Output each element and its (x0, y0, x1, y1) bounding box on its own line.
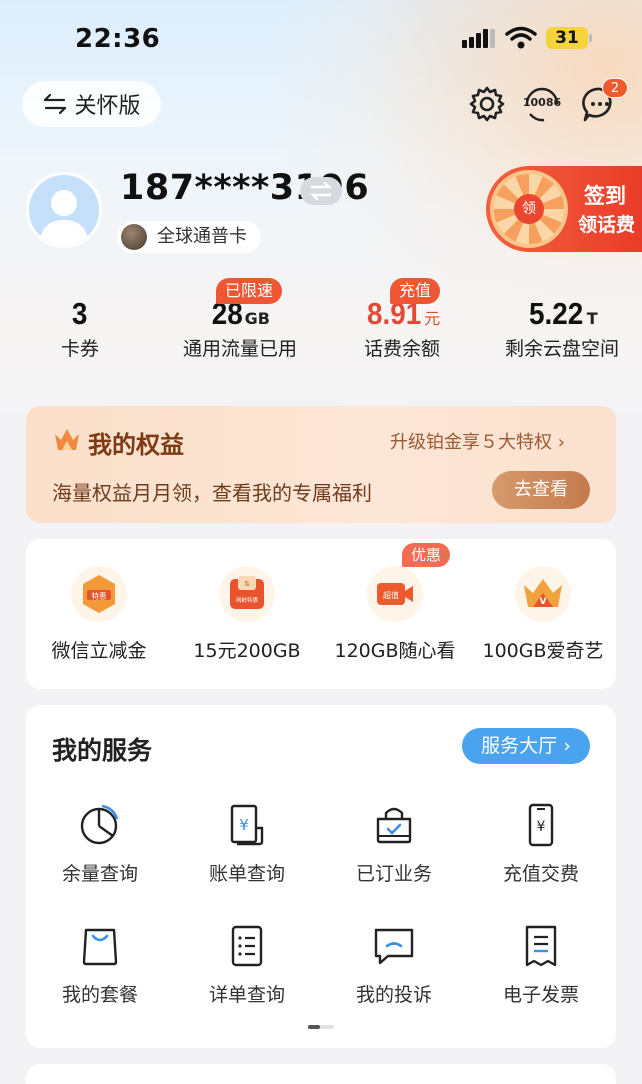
view-benefits-button[interactable]: 去查看 (492, 471, 590, 509)
vip-crown-icon: V (515, 566, 571, 622)
service-label: 我的套餐 (61, 984, 138, 1006)
speed-limited-tag: 已限速 (216, 278, 283, 304)
phone-payment-icon: ¥ (528, 803, 554, 847)
stat-label: 剩余云盘空间 (504, 338, 619, 360)
offer-item[interactable]: 超值 120GB随心看 (320, 566, 470, 663)
benefits-subtitle: 海量权益月月领，查看我的专属福利 (52, 481, 372, 505)
wheel-center-label: 领 (514, 194, 544, 224)
cellular-signal-icon (462, 28, 496, 48)
care-mode-label: 关怀版 (74, 94, 141, 119)
stat-label: 话费余额 (363, 338, 440, 360)
data-package-icon: ⇅ 网龄特惠 (219, 566, 275, 622)
package-bag-icon (82, 928, 118, 966)
service-my-package[interactable]: 我的套餐 (30, 924, 170, 1007)
signin-label: 签到 (584, 184, 626, 208)
swap-arrows-icon (310, 182, 332, 200)
service-label: 已订业务 (355, 863, 432, 885)
video-icon: 超值 (367, 566, 423, 622)
svg-text:超值: 超值 (383, 590, 399, 600)
service-bill-query[interactable]: ¥ 账单查询 (177, 803, 317, 886)
detail-list-icon (231, 925, 263, 967)
card-type-tag[interactable]: 全球通普卡 (117, 221, 261, 253)
discount-badge-icon: 特惠 (71, 566, 127, 622)
next-section-card (26, 1064, 616, 1084)
switch-account-button[interactable] (300, 177, 342, 205)
battery-tip (589, 34, 592, 42)
invoice-icon (525, 925, 557, 967)
service-hall-button[interactable]: 服务大厅 › (462, 728, 590, 764)
svg-text:V: V (540, 597, 547, 607)
service-label: 余量查询 (61, 863, 138, 885)
card-type-label: 全球通普卡 (157, 226, 247, 247)
stat-value: 5.22 (529, 296, 584, 331)
service-label: 充值交费 (502, 863, 579, 885)
stat-label: 卡券 (60, 338, 99, 360)
svg-text:网龄特惠: 网龄特惠 (236, 596, 259, 604)
benefits-title: 我的权益 (88, 431, 184, 459)
service-label: 我的投诉 (355, 984, 432, 1006)
stat-unit: T (586, 309, 598, 328)
service-recharge[interactable]: ¥ 充值交费 (471, 803, 611, 886)
service-detail-query[interactable]: 详单查询 (177, 924, 317, 1007)
stat-balance[interactable]: 8.91 元 话费余额 (347, 296, 457, 361)
status-time: 22:36 (75, 24, 161, 54)
hotline-label: 10086 (522, 96, 562, 109)
service-label: 账单查询 (208, 863, 285, 885)
offer-item[interactable]: 特惠 微信立减金 (24, 566, 174, 663)
service-complaint[interactable]: 我的投诉 (324, 924, 464, 1007)
user-silhouette-icon (39, 190, 89, 245)
stat-coupons[interactable]: 3 卡券 (40, 296, 120, 361)
stat-cloud-storage[interactable]: 5.22 T 剩余云盘空间 (492, 296, 632, 361)
message-count-badge: 2 (602, 78, 628, 98)
discount-tag: 优惠 (402, 543, 451, 567)
recharge-tag[interactable]: 充值 (390, 278, 441, 304)
offer-label: 100GB爱奇艺 (482, 640, 604, 662)
get-credit-label: 领话费 (578, 214, 636, 236)
offer-item[interactable]: V 100GB爱奇艺 (468, 566, 618, 663)
battery-indicator: 31 (546, 27, 588, 49)
crown-icon (55, 429, 79, 450)
pie-chart-icon (80, 804, 119, 845)
complaint-chat-icon (374, 928, 414, 965)
bill-icon: ¥ (230, 804, 264, 846)
stat-data-used[interactable]: 28 GB 通用流量已用 (170, 296, 310, 361)
service-e-invoice[interactable]: 电子发票 (471, 924, 611, 1007)
header-background-glow (282, 0, 642, 330)
services-title: 我的服务 (52, 736, 153, 765)
offer-label: 15元200GB (193, 640, 301, 662)
stat-unit: GB (244, 309, 270, 328)
service-subscribed[interactable]: 已订业务 (324, 803, 464, 886)
wifi-icon (505, 26, 537, 49)
gotone-logo-icon (121, 224, 147, 250)
customer-service-button[interactable]: 10086 (522, 84, 562, 124)
service-label: 电子发票 (502, 984, 579, 1006)
page-indicator (308, 1025, 334, 1029)
offer-label: 120GB随心看 (334, 640, 456, 662)
svg-text:特惠: 特惠 (92, 591, 107, 601)
svg-text:⇅: ⇅ (244, 580, 250, 588)
active-page-dot (308, 1025, 320, 1029)
svg-text:¥: ¥ (537, 819, 546, 835)
stat-unit: 元 (424, 309, 441, 328)
offer-item[interactable]: ⇅ 网龄特惠 15元200GB (172, 566, 322, 663)
stat-value: 3 (72, 296, 88, 331)
service-label: 详单查询 (208, 984, 285, 1006)
upgrade-link[interactable]: 升级铂金享５大特权 › (390, 428, 565, 454)
care-mode-button[interactable]: 关怀版 (22, 81, 161, 127)
svg-text:¥: ¥ (239, 816, 249, 834)
subscribed-bag-icon (376, 807, 412, 844)
stat-label: 通用流量已用 (182, 338, 297, 360)
avatar[interactable] (26, 172, 102, 248)
settings-gear-icon[interactable] (467, 84, 507, 124)
offer-label: 微信立减金 (51, 640, 147, 662)
switch-arrows-icon (44, 94, 67, 114)
service-balance-query[interactable]: 余量查询 (30, 803, 170, 886)
